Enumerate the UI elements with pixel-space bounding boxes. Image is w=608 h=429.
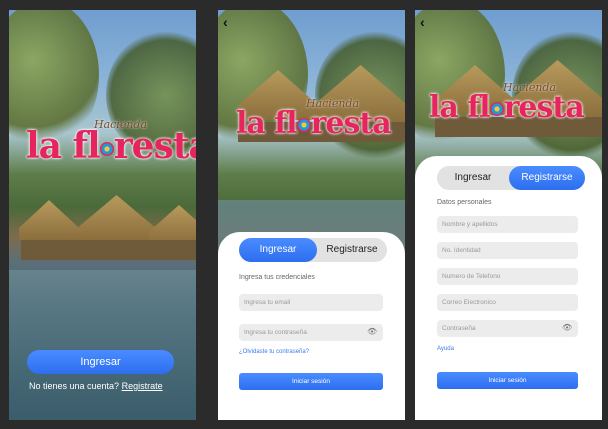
auth-tabs: Ingresar Registrarse bbox=[437, 166, 585, 190]
eye-icon[interactable]: 👁 bbox=[562, 323, 572, 332]
tab-ingresar[interactable]: Ingresar bbox=[437, 166, 509, 190]
login-screen: ‹ Hacienda la fl resta Ingresar Registrar… bbox=[218, 10, 405, 420]
tab-ingresar[interactable]: Ingresar bbox=[239, 238, 317, 262]
brand-logo: la flresta bbox=[26, 125, 196, 167]
signup-prompt: No tienes una cuenta? Registrate bbox=[29, 381, 163, 391]
submit-button[interactable]: Iniciar sesión bbox=[437, 372, 578, 389]
name-field[interactable]: Nombre y apellidos bbox=[437, 216, 578, 233]
back-arrow-icon[interactable]: ‹ bbox=[420, 14, 425, 30]
email-field[interactable]: Correo Electronico bbox=[437, 294, 578, 311]
id-field[interactable]: No. Identidad bbox=[437, 242, 578, 259]
submit-button[interactable]: Iniciar sesión bbox=[239, 373, 383, 390]
email-field[interactable]: Ingresa tu email bbox=[239, 294, 383, 311]
auth-tabs: Ingresar Registrarse bbox=[239, 238, 387, 262]
brand-logo: la flresta bbox=[236, 106, 392, 141]
credentials-label: Ingresa tus credenciales bbox=[239, 274, 315, 281]
help-link[interactable]: Ayuda bbox=[437, 346, 454, 352]
phone-field[interactable]: Numero de Telefono bbox=[437, 268, 578, 285]
back-arrow-icon[interactable]: ‹ bbox=[223, 14, 228, 30]
flower-icon bbox=[296, 118, 311, 132]
login-sheet: Ingresar Registrarse Ingresa tus credenc… bbox=[218, 232, 405, 420]
tab-registrarse[interactable]: Registrarse bbox=[317, 238, 387, 262]
register-screen: ‹ Hacienda la fl resta Ingresar Registrar… bbox=[415, 10, 602, 420]
flower-icon bbox=[99, 142, 114, 156]
login-button[interactable]: Ingresar bbox=[27, 350, 174, 374]
splash-screen: Hacienda la flresta Ingresar No tienes u… bbox=[9, 10, 196, 420]
flower-icon bbox=[489, 102, 504, 116]
personal-data-label: Datos personales bbox=[437, 199, 492, 206]
password-field[interactable]: Ingresa tu contraseña bbox=[239, 324, 383, 341]
password-field[interactable]: Contraseña bbox=[437, 320, 578, 337]
forgot-password-link[interactable]: ¿Olvidaste tu contraseña? bbox=[239, 349, 309, 355]
register-link[interactable]: Registrate bbox=[122, 381, 163, 391]
brand-logo: la flresta bbox=[429, 90, 585, 125]
eye-icon[interactable]: 👁 bbox=[367, 327, 377, 336]
register-sheet: Ingresar Registrarse Datos personales No… bbox=[415, 156, 602, 420]
tab-registrarse[interactable]: Registrarse bbox=[509, 166, 585, 190]
